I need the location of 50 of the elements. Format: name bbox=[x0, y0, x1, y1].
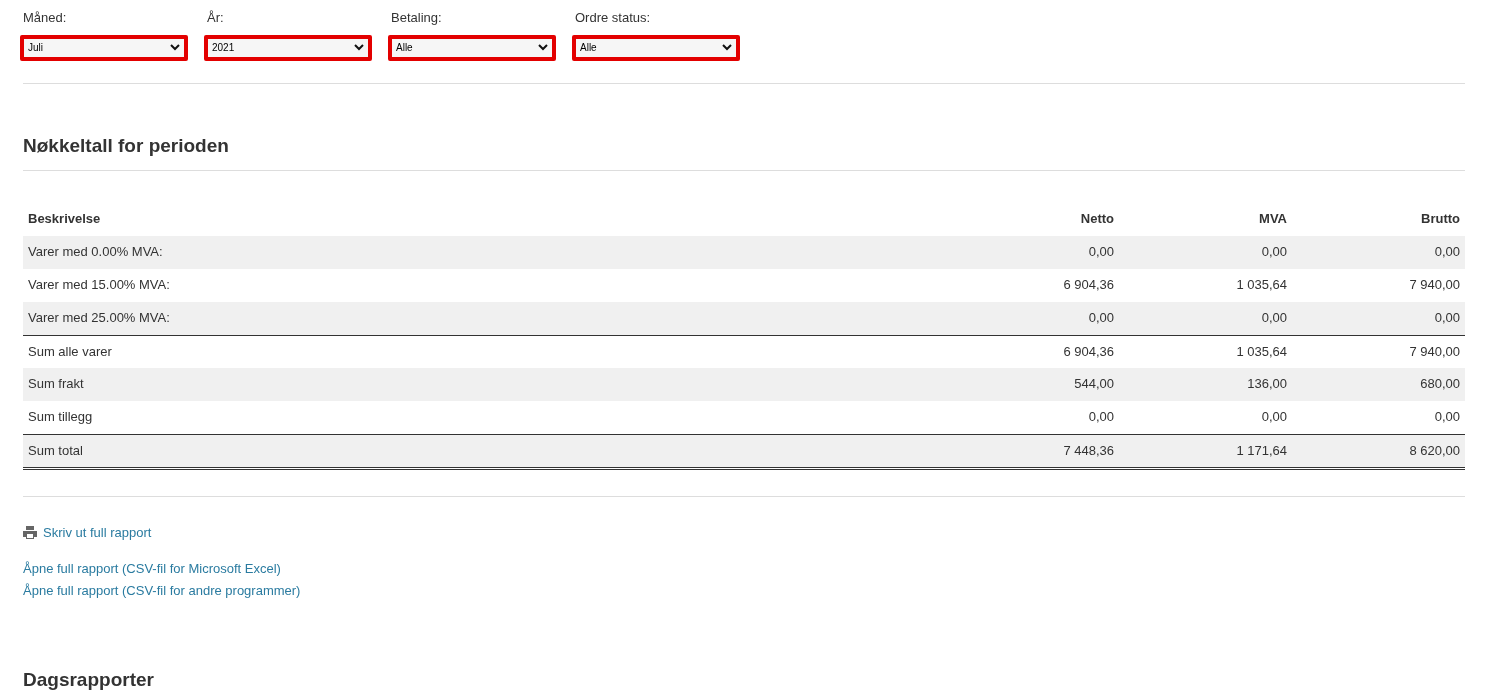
table-cell: 7 448,36 bbox=[946, 433, 1119, 467]
table-cell-text: 7 940,00 bbox=[1408, 276, 1461, 295]
table-cell-text: Sum frakt bbox=[27, 375, 85, 394]
table-cell-text: 0,00 bbox=[1433, 309, 1461, 328]
table-cell-text: 0,00 bbox=[1260, 309, 1288, 328]
table-cell-text: Sum tillegg bbox=[27, 408, 94, 427]
table-cell-text: 0,00 bbox=[1087, 309, 1115, 328]
table-cell: Sum alle varer bbox=[23, 334, 946, 368]
table-cell: 1 171,64 bbox=[1119, 433, 1292, 467]
dropdown[interactable]: 2021 bbox=[204, 34, 372, 61]
filter-label: Måned: bbox=[23, 9, 67, 27]
table-cell-text: 0,00 bbox=[1260, 408, 1288, 427]
table-cell-text: Varer med 15.00% MVA: bbox=[27, 276, 171, 295]
table-cell: Sum total bbox=[23, 433, 946, 467]
report-link[interactable]: Skriv ut full rapport bbox=[43, 523, 152, 542]
table-cell-text: 0,00 bbox=[1087, 243, 1115, 262]
table-cell-text: Varer med 0.00% MVA: bbox=[27, 243, 164, 262]
filter-label: År: bbox=[207, 9, 224, 27]
filter-label: Betaling: bbox=[391, 9, 442, 27]
column-header: Brutto bbox=[1420, 210, 1461, 229]
section-heading: Dagsrapporter bbox=[23, 667, 155, 692]
table-cell-text: 136,00 bbox=[1246, 375, 1288, 394]
filter-label: Ordre status: bbox=[575, 9, 651, 27]
section-heading: Nøkkeltall for perioden bbox=[23, 133, 230, 158]
table-cell-text: 0,00 bbox=[1087, 408, 1115, 427]
table-cell-text: 6 904,36 bbox=[1062, 276, 1115, 295]
report-link[interactable]: Åpne full rapport (CSV-fil for andre programmer) bbox=[23, 581, 301, 600]
dropdown[interactable]: Alle bbox=[572, 34, 740, 61]
chevron-down-icon bbox=[538, 44, 548, 51]
table-cell: 1 035,64 bbox=[1119, 334, 1292, 368]
column-header: Beskrivelse bbox=[27, 210, 102, 229]
table-cell: 8 620,00 bbox=[1292, 433, 1465, 467]
chevron-down-icon bbox=[170, 44, 180, 51]
column-header: MVA bbox=[1258, 210, 1288, 229]
table-cell-text: 0,00 bbox=[1433, 243, 1461, 262]
table-cell: 6 904,36 bbox=[946, 334, 1119, 368]
column-header: Netto bbox=[1079, 210, 1115, 229]
table-cell-text: Varer med 25.00% MVA: bbox=[27, 309, 171, 328]
table-cell-text: 0,00 bbox=[1433, 408, 1461, 427]
report-link[interactable]: Åpne full rapport (CSV-fil for Microsoft Excel) bbox=[23, 559, 281, 578]
table-cell: 7 940,00 bbox=[1292, 334, 1465, 368]
dropdown[interactable]: Alle bbox=[388, 34, 556, 61]
table-cell-text: 544,00 bbox=[1073, 375, 1115, 394]
table-cell-text: 1 035,64 bbox=[1235, 276, 1288, 295]
chevron-down-icon bbox=[354, 44, 364, 51]
dropdown[interactable]: Juli bbox=[20, 34, 188, 61]
printer-icon bbox=[23, 526, 37, 539]
table-cell-text: 0,00 bbox=[1260, 243, 1288, 262]
chevron-down-icon bbox=[722, 44, 732, 51]
table-cell-text: 680,00 bbox=[1419, 375, 1461, 394]
